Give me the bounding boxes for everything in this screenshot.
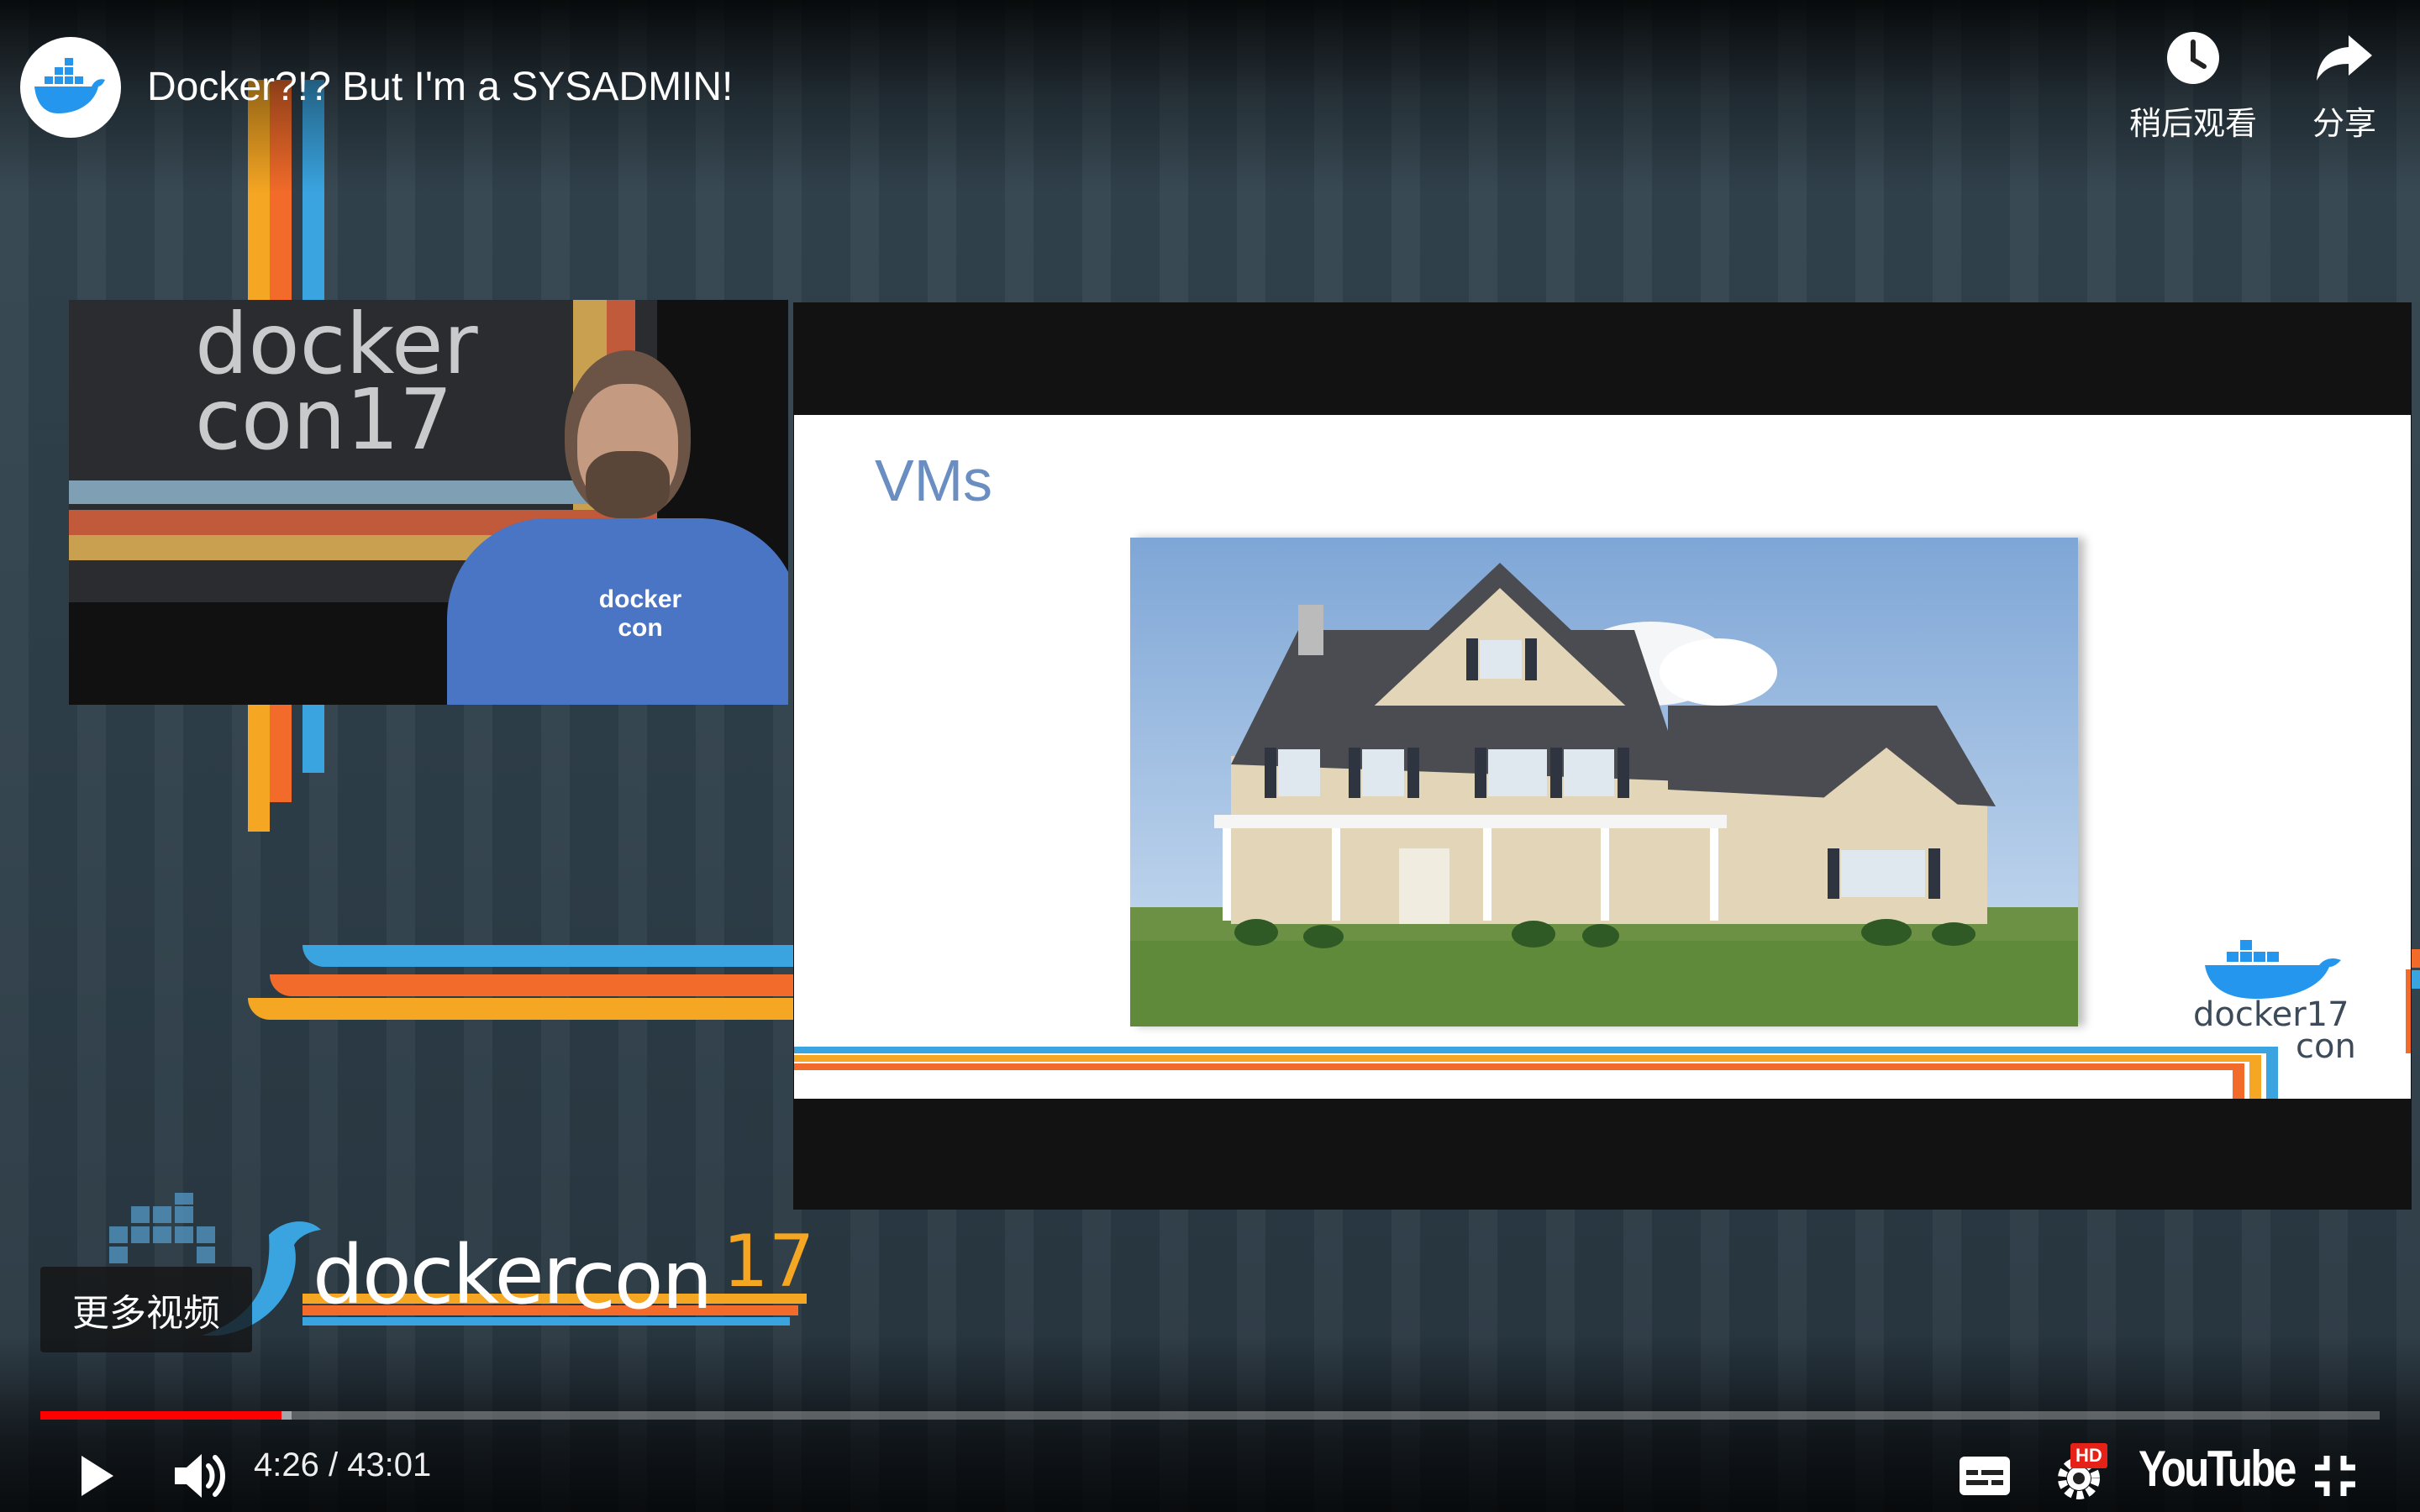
docker-whale-icon <box>2205 940 2341 999</box>
presentation-slide: VMs docker17 con <box>794 415 2411 1099</box>
exit-fullscreen-icon <box>2315 1456 2355 1496</box>
share-button[interactable]: 分享 <box>2294 30 2395 144</box>
progress-bar[interactable] <box>40 1411 2380 1420</box>
captions-icon <box>1960 1457 2010 1495</box>
slide-logo-text-line2: con <box>2296 1027 2356 1066</box>
volume-button[interactable] <box>168 1446 232 1505</box>
play-button[interactable] <box>67 1446 126 1505</box>
event-logo-con-text: con <box>571 1233 713 1327</box>
captions-button[interactable] <box>1956 1446 2013 1505</box>
docker-whale-icon <box>34 58 105 113</box>
speaker-camera-inset: docker con17 docker con <box>69 300 788 705</box>
time-display: 4:26 / 43:01 <box>254 1446 432 1483</box>
settings-button[interactable]: HD <box>2050 1443 2118 1507</box>
event-logo-year-text: 17 <box>723 1220 815 1304</box>
volume-icon <box>175 1454 225 1498</box>
clock-icon <box>2167 32 2219 84</box>
video-player[interactable]: Docker?!? But I'm a SYSADMIN! 稍后观看 分享 do… <box>0 0 2420 1512</box>
exit-fullscreen-button[interactable] <box>2306 1446 2365 1505</box>
house-illustration <box>1130 538 2078 1026</box>
more-videos-label: 更多视频 <box>72 1292 220 1335</box>
hd-badge: HD <box>2070 1443 2107 1468</box>
play-icon <box>82 1456 113 1496</box>
progress-played <box>40 1411 282 1420</box>
watch-later-button[interactable]: 稍后观看 <box>2118 30 2269 144</box>
slide-dockercon-logo: docker17 con <box>2193 940 2395 1066</box>
youtube-logo[interactable]: YouTube <box>2139 1440 2296 1498</box>
video-title[interactable]: Docker?!? But I'm a SYSADMIN! <box>147 64 733 110</box>
share-label: 分享 <box>2312 105 2376 142</box>
event-logo-docker-text: docker <box>313 1228 576 1322</box>
share-arrow-icon <box>2317 35 2372 81</box>
house-photo <box>1130 538 2078 1026</box>
slide-title: VMs <box>875 448 992 513</box>
watch-later-label: 稍后观看 <box>2128 105 2257 142</box>
speaker: docker con <box>397 350 788 705</box>
shirt-logo-text: docker con <box>598 585 682 642</box>
controls-bar: 4:26 / 43:01 HD YouTube <box>0 1436 2420 1512</box>
channel-avatar[interactable] <box>20 37 121 138</box>
